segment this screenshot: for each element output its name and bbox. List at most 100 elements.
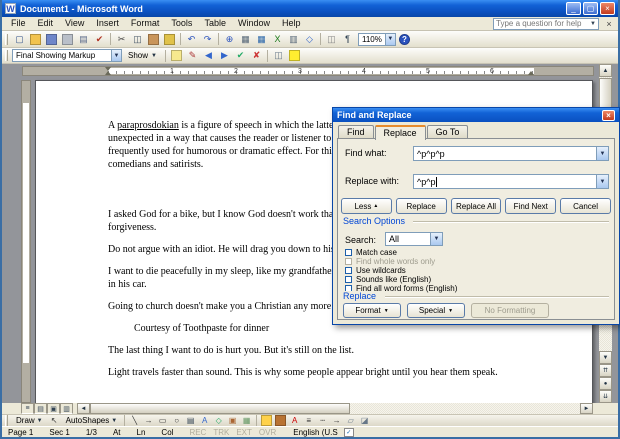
cancel-button[interactable]: Cancel xyxy=(560,198,611,214)
close-document-button[interactable]: × xyxy=(603,19,615,29)
replace-button[interactable]: Replace xyxy=(396,198,447,214)
shadow-style-button[interactable]: ▱ xyxy=(344,415,357,426)
find-what-combobox[interactable]: ^p^p^p ▼ xyxy=(413,146,609,161)
arrow-style-button[interactable]: → xyxy=(330,415,343,426)
oval-button[interactable]: ○ xyxy=(170,415,183,426)
wordart-button[interactable]: A xyxy=(198,415,211,426)
dash-style-button[interactable]: ┄ xyxy=(316,415,329,426)
tab-find[interactable]: Find xyxy=(338,125,374,139)
threed-style-button[interactable]: ◪ xyxy=(358,415,371,426)
no-formatting-button[interactable]: No Formatting xyxy=(471,303,549,318)
find-what-dropdown-icon[interactable]: ▼ xyxy=(596,147,608,160)
line-style-button[interactable]: ≡ xyxy=(302,415,315,426)
reject-change-button[interactable]: ✘ xyxy=(249,48,264,63)
autoshapes-menu-button[interactable]: AutoShapes ▼ xyxy=(62,415,122,426)
highlight-button[interactable] xyxy=(287,48,302,63)
toolbar-drag-handle[interactable] xyxy=(5,50,8,61)
line-color-button[interactable] xyxy=(274,415,287,426)
cut-button[interactable]: ✂ xyxy=(114,32,129,47)
paste-button[interactable] xyxy=(146,32,161,47)
select-browse-object-button[interactable]: ● xyxy=(599,377,612,390)
redo-button[interactable]: ↷ xyxy=(200,32,215,47)
scroll-down-button[interactable]: ▼ xyxy=(599,351,612,364)
left-indent-marker[interactable] xyxy=(105,68,111,75)
dialog-title-bar[interactable]: Find and Replace × xyxy=(333,108,619,122)
find-next-button[interactable]: Find Next xyxy=(505,198,556,214)
question-help-box[interactable]: Type a question for help ▼ xyxy=(493,18,599,30)
display-for-review-combobox[interactable]: Final Showing Markup ▼ xyxy=(12,49,122,62)
draw-menu-button[interactable]: Draw ▼ xyxy=(12,415,47,426)
insert-comment-button[interactable] xyxy=(169,48,184,63)
help-button[interactable]: ? xyxy=(397,32,412,47)
dialog-close-button[interactable]: × xyxy=(602,110,615,121)
insert-table-button[interactable]: ▦ xyxy=(254,32,269,47)
search-direction-combobox[interactable]: All ▼ xyxy=(385,232,443,246)
menu-help[interactable]: Help xyxy=(276,17,307,30)
previous-page-button[interactable]: ⇈ xyxy=(599,364,612,377)
print-button[interactable] xyxy=(60,32,75,47)
scroll-left-button[interactable]: ◄ xyxy=(77,403,90,414)
status-flag-ext[interactable]: EXT xyxy=(236,428,252,437)
show-menu-button[interactable]: Show ▼ xyxy=(123,49,162,62)
close-button[interactable]: × xyxy=(600,2,615,15)
menu-table[interactable]: Table xyxy=(198,17,232,30)
accept-change-button[interactable]: ✔ xyxy=(233,48,248,63)
show-hide-button[interactable]: ¶ xyxy=(340,32,355,47)
zoom-combobox[interactable]: 110%▼ xyxy=(358,33,396,46)
checkbox-box[interactable] xyxy=(345,258,352,265)
tab-replace[interactable]: Replace xyxy=(375,125,426,140)
vertical-ruler[interactable] xyxy=(21,80,31,403)
copy-button[interactable]: ◫ xyxy=(130,32,145,47)
scroll-right-button[interactable]: ► xyxy=(580,403,593,414)
rectangle-button[interactable]: ▭ xyxy=(156,415,169,426)
scroll-up-button[interactable]: ▲ xyxy=(599,64,612,77)
horizontal-scrollbar-track[interactable] xyxy=(90,403,580,414)
tables-and-borders-button[interactable]: ▦ xyxy=(238,32,253,47)
tab-go-to[interactable]: Go To xyxy=(427,125,469,139)
replace-all-button[interactable]: Replace All xyxy=(451,198,502,214)
replace-with-dropdown-icon[interactable]: ▼ xyxy=(596,175,608,188)
checkbox-sounds-like-english-[interactable]: Sounds like (English) xyxy=(345,275,457,284)
spelling-status-icon[interactable]: ✓ xyxy=(344,428,354,437)
arrow-button[interactable]: → xyxy=(142,415,155,426)
maximize-button[interactable]: ▢ xyxy=(583,2,598,15)
outline-view-button[interactable]: ▥ xyxy=(60,403,73,414)
menu-view[interactable]: View xyxy=(59,17,90,30)
font-color-button[interactable]: A xyxy=(288,415,301,426)
previous-change-button[interactable]: ◀ xyxy=(201,48,216,63)
save-button[interactable] xyxy=(44,32,59,47)
next-page-button[interactable]: ⇊ xyxy=(599,390,612,403)
menu-window[interactable]: Window xyxy=(232,17,276,30)
track-changes-button[interactable]: ✎ xyxy=(185,48,200,63)
replace-with-combobox[interactable]: ^p^p ▼ xyxy=(413,174,609,189)
insert-picture-button[interactable]: ▦ xyxy=(240,415,253,426)
menu-file[interactable]: File xyxy=(5,17,32,30)
line-button[interactable]: ╲ xyxy=(128,415,141,426)
minimize-button[interactable]: _ xyxy=(566,2,581,15)
drawing-button[interactable]: ◇ xyxy=(302,32,317,47)
checkbox-box[interactable] xyxy=(345,267,352,274)
less-button[interactable]: Less ▲ xyxy=(341,198,392,214)
insert-excel-button[interactable]: X xyxy=(270,32,285,47)
checkbox-box[interactable] xyxy=(345,276,352,283)
menu-tools[interactable]: Tools xyxy=(165,17,198,30)
print-preview-button[interactable]: ▤ xyxy=(76,32,91,47)
menu-format[interactable]: Format xyxy=(125,17,166,30)
special-button[interactable]: Special ▼ xyxy=(407,303,465,318)
format-button[interactable]: Format ▼ xyxy=(343,303,401,318)
horizontal-scrollbar[interactable]: ◄ ► xyxy=(77,403,593,414)
title-bar[interactable]: W Document1 - Microsoft Word _▢× xyxy=(2,0,618,17)
checkbox-match-case[interactable]: Match case xyxy=(345,248,457,257)
checkbox-find-whole-words-only[interactable]: Find whole words only xyxy=(345,257,457,266)
print-layout-view-button[interactable]: ▣ xyxy=(47,403,60,414)
horizontal-scrollbar-thumb[interactable] xyxy=(90,403,350,414)
columns-button[interactable]: ▥ xyxy=(286,32,301,47)
menu-insert[interactable]: Insert xyxy=(90,17,125,30)
reviewing-pane-button[interactable]: ◫ xyxy=(271,48,286,63)
display-for-review-dropdown-icon[interactable]: ▼ xyxy=(111,50,121,61)
clip-art-button[interactable]: ▣ xyxy=(226,415,239,426)
spelling-button[interactable]: ✔ xyxy=(92,32,107,47)
document-map-button[interactable]: ◫ xyxy=(324,32,339,47)
zoom-dropdown-icon[interactable]: ▼ xyxy=(385,34,395,45)
normal-view-button[interactable]: ≡ xyxy=(21,403,34,414)
